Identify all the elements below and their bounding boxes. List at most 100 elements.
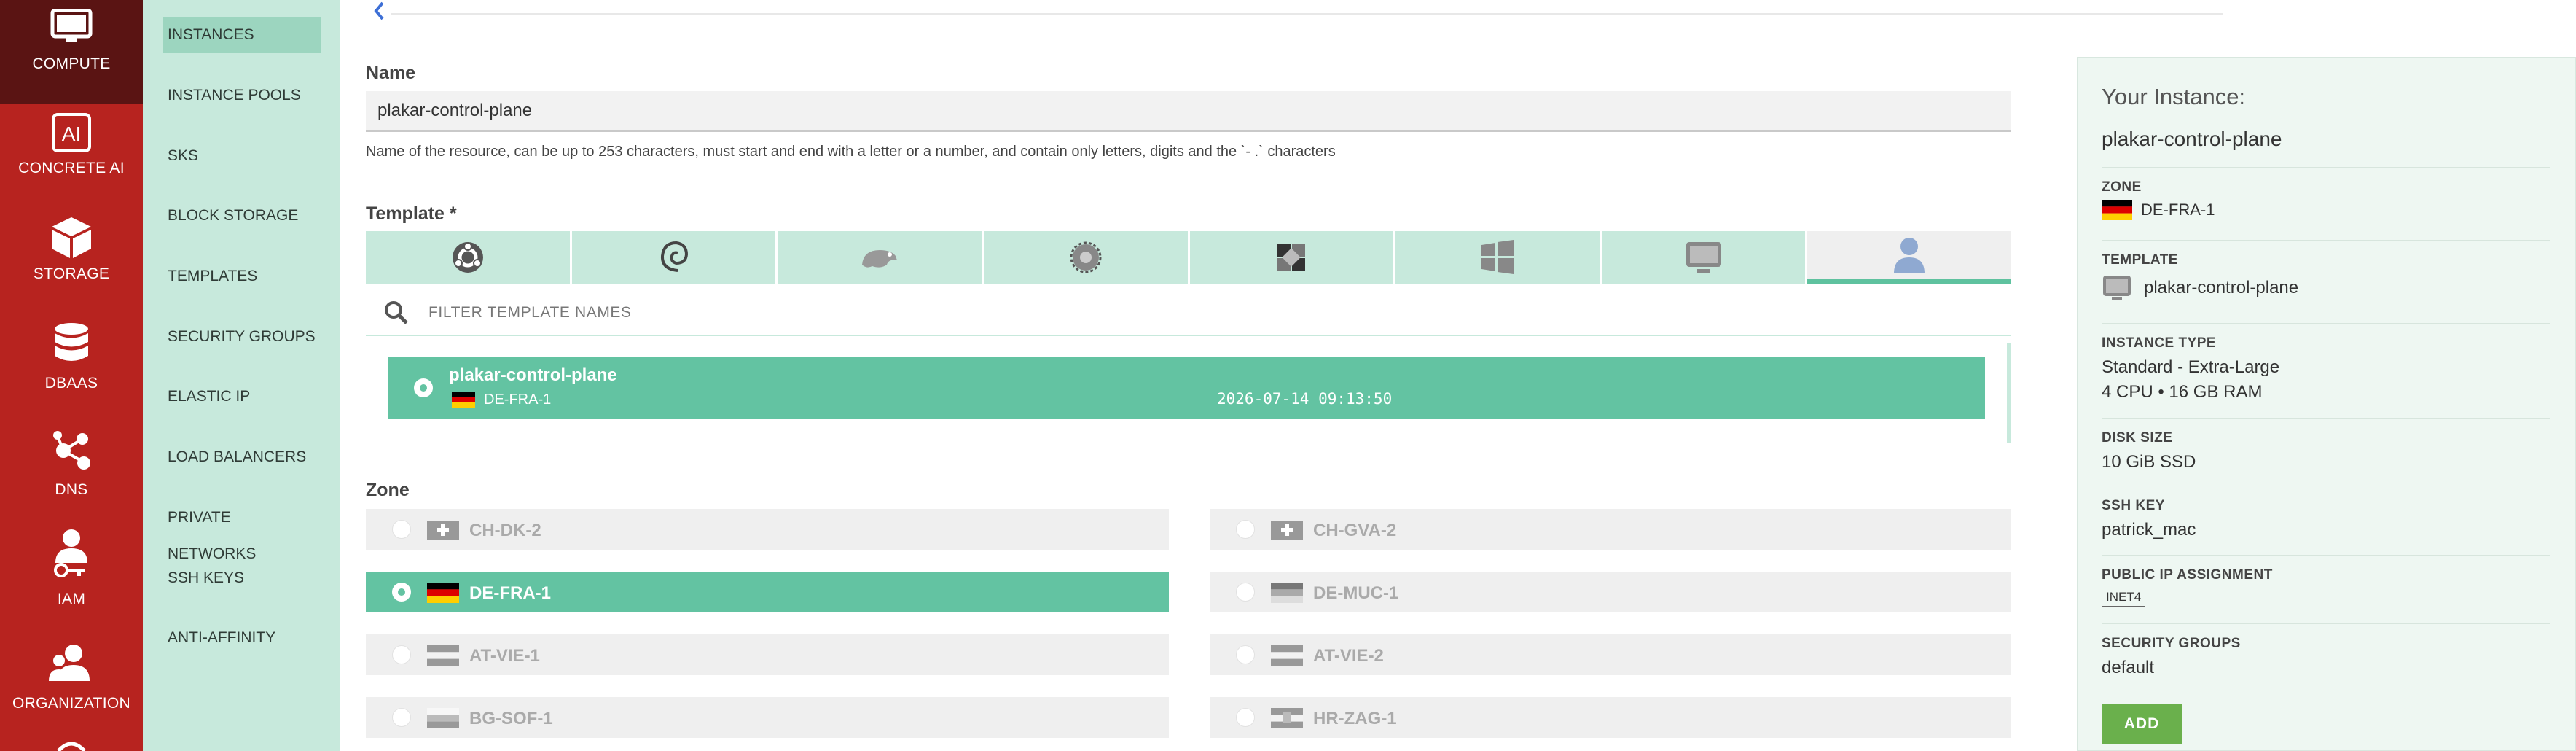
summary-type-spec: 4 CPU • 16 GB RAM: [2102, 382, 2263, 402]
tab-linux[interactable]: [1189, 231, 1394, 284]
zone-radio[interactable]: [1236, 645, 1255, 664]
filter-placeholder: FILTER TEMPLATE NAMES: [428, 304, 632, 321]
subnav-load-balancers[interactable]: LOAD BALANCERS: [163, 439, 321, 475]
zone-radio[interactable]: [1236, 708, 1255, 727]
centos-icon: [1070, 241, 1102, 273]
zone-radio[interactable]: [392, 708, 411, 727]
instance-summary: Your Instance: plakar-control-plane ZONE…: [2077, 57, 2576, 751]
name-input[interactable]: [366, 91, 2011, 132]
tab-debian[interactable]: [571, 231, 776, 284]
summary-sg-heading: SECURITY GROUPS: [2102, 636, 2241, 651]
subnav-templates[interactable]: TEMPLATES: [163, 258, 321, 295]
template-item-date: 2026-07-14 09:13:50: [1217, 390, 1393, 408]
tab-centos[interactable]: [983, 231, 1188, 284]
tab-ubuntu[interactable]: [366, 231, 570, 284]
nav-compute[interactable]: COMPUTE: [0, 0, 143, 104]
main-content: Name Name of the resource, can be up to …: [340, 0, 2223, 751]
zone-radio[interactable]: [392, 583, 411, 602]
subnav-instances[interactable]: INSTANCES: [163, 17, 321, 53]
nav-dbaas[interactable]: DBAAS: [0, 311, 143, 414]
template-filter[interactable]: FILTER TEMPLATE NAMES: [366, 288, 2011, 336]
monitor-icon: [50, 9, 93, 42]
name-help-text: Name of the resource, can be up to 253 c…: [366, 144, 1336, 160]
subnav-instance-pools[interactable]: INSTANCE POOLS: [163, 77, 321, 114]
germany-flag-icon: [1271, 583, 1303, 603]
zone-name: DE-MUC-1: [1313, 583, 1399, 603]
svg-text:AI: AI: [62, 122, 81, 145]
back-chevron-icon[interactable]: [369, 0, 391, 22]
database-icon: [55, 323, 88, 361]
summary-security-groups: SECURITY GROUPS default: [2102, 623, 2550, 678]
nav-organization[interactable]: ORGANIZATION: [0, 621, 143, 725]
zone-radio[interactable]: [392, 520, 411, 539]
zone-option[interactable]: CH-GVA-2: [1210, 509, 2011, 550]
summary-instance-type: INSTANCE TYPE Standard - Extra-Large 4 C…: [2102, 323, 2550, 402]
nav-dns[interactable]: DNS: [0, 414, 143, 518]
subnav-sks[interactable]: SKS: [163, 138, 321, 174]
add-button[interactable]: ADD: [2102, 704, 2182, 744]
zone-radio[interactable]: [1236, 520, 1255, 539]
zone-option[interactable]: AT-VIE-2: [1210, 634, 2011, 675]
subnav-security-groups[interactable]: SECURITY GROUPS: [163, 319, 321, 355]
summary-type-value: Standard - Extra-Large: [2102, 357, 2280, 377]
tab-private-template[interactable]: [1807, 231, 2011, 284]
summary-zone-value: DE-FRA-1: [2141, 201, 2215, 219]
zone-option[interactable]: HR-ZAG-1: [1210, 697, 2011, 738]
zone-name: DE-FRA-1: [469, 583, 551, 603]
swiss-flag-icon: [1271, 521, 1303, 540]
subnav-ssh-keys[interactable]: SSH KEYS: [163, 560, 321, 596]
user-key-icon: [54, 529, 87, 577]
zone-option[interactable]: DE-MUC-1: [1210, 572, 2011, 612]
divider: [391, 13, 2223, 15]
template-item-name: plakar-control-plane: [449, 365, 617, 385]
subnav-private-networks[interactable]: PRIVATE NETWORKS: [163, 499, 321, 562]
summary-ip: PUBLIC IP ASSIGNMENT INET4: [2102, 555, 2550, 607]
subnav-anti-affinity[interactable]: ANTI-AFFINITY: [163, 620, 321, 656]
subnav-block-storage[interactable]: BLOCK STORAGE: [163, 198, 321, 234]
nav-label: CONCRETE AI: [18, 160, 125, 176]
zone-option-selected[interactable]: DE-FRA-1: [366, 572, 1169, 612]
sub-nav: INSTANCES INSTANCE POOLS SKS BLOCK STORA…: [143, 0, 340, 751]
austria-flag-icon: [427, 645, 459, 666]
zone-name: CH-GVA-2: [1313, 521, 1397, 540]
template-item[interactable]: plakar-control-plane DE-FRA-1 2026-07-14…: [388, 357, 1985, 419]
zone-radio[interactable]: [392, 645, 411, 664]
nav-label: IAM: [57, 591, 86, 607]
template-label: Template *: [366, 203, 457, 224]
template-radio[interactable]: [414, 378, 433, 397]
nav-concrete-ai[interactable]: AI CONCRETE AI: [0, 104, 143, 207]
nav-iam[interactable]: IAM: [0, 518, 143, 621]
summary-ssh-heading: SSH KEY: [2102, 498, 2165, 513]
name-label: Name: [366, 63, 416, 83]
zone-name: HR-ZAG-1: [1313, 709, 1397, 728]
tab-opensuse[interactable]: [778, 231, 982, 284]
partial-icon: [57, 742, 86, 751]
summary-disk: DISK SIZE 10 GiB SSD: [2102, 418, 2550, 472]
zone-name: CH-DK-2: [469, 521, 541, 540]
monitor-icon: [1686, 242, 1721, 273]
scrollbar[interactable]: [2007, 343, 2011, 443]
summary-type-heading: INSTANCE TYPE: [2102, 335, 2217, 351]
nav-label: STORAGE: [33, 265, 110, 282]
zone-option[interactable]: CH-DK-2: [366, 509, 1169, 550]
template-item-zone: DE-FRA-1: [484, 392, 552, 408]
monitor-icon: [2103, 276, 2131, 300]
subnav-elastic-ip[interactable]: ELASTIC IP: [163, 378, 321, 415]
nav-storage[interactable]: STORAGE: [0, 207, 143, 311]
tab-windows[interactable]: [1395, 231, 1600, 284]
zone-radio[interactable]: [1236, 583, 1255, 602]
summary-title: Your Instance:: [2102, 84, 2246, 109]
zone-option[interactable]: AT-VIE-1: [366, 634, 1169, 675]
austria-flag-icon: [1271, 645, 1303, 666]
template-list: plakar-control-plane DE-FRA-1 2026-07-14…: [366, 343, 2011, 443]
opensuse-icon: [862, 250, 898, 268]
zone-name: AT-VIE-1: [469, 646, 540, 666]
bulgaria-flag-icon: [427, 708, 459, 728]
zone-option[interactable]: BG-SOF-1: [366, 697, 1169, 738]
germany-flag-icon: [2102, 200, 2132, 220]
tab-custom-template[interactable]: [1601, 231, 1806, 284]
summary-disk-value: 10 GiB SSD: [2102, 452, 2196, 472]
ubuntu-icon: [452, 242, 483, 273]
zone-name: BG-SOF-1: [469, 709, 553, 728]
summary-zone: ZONE DE-FRA-1: [2102, 167, 2550, 220]
